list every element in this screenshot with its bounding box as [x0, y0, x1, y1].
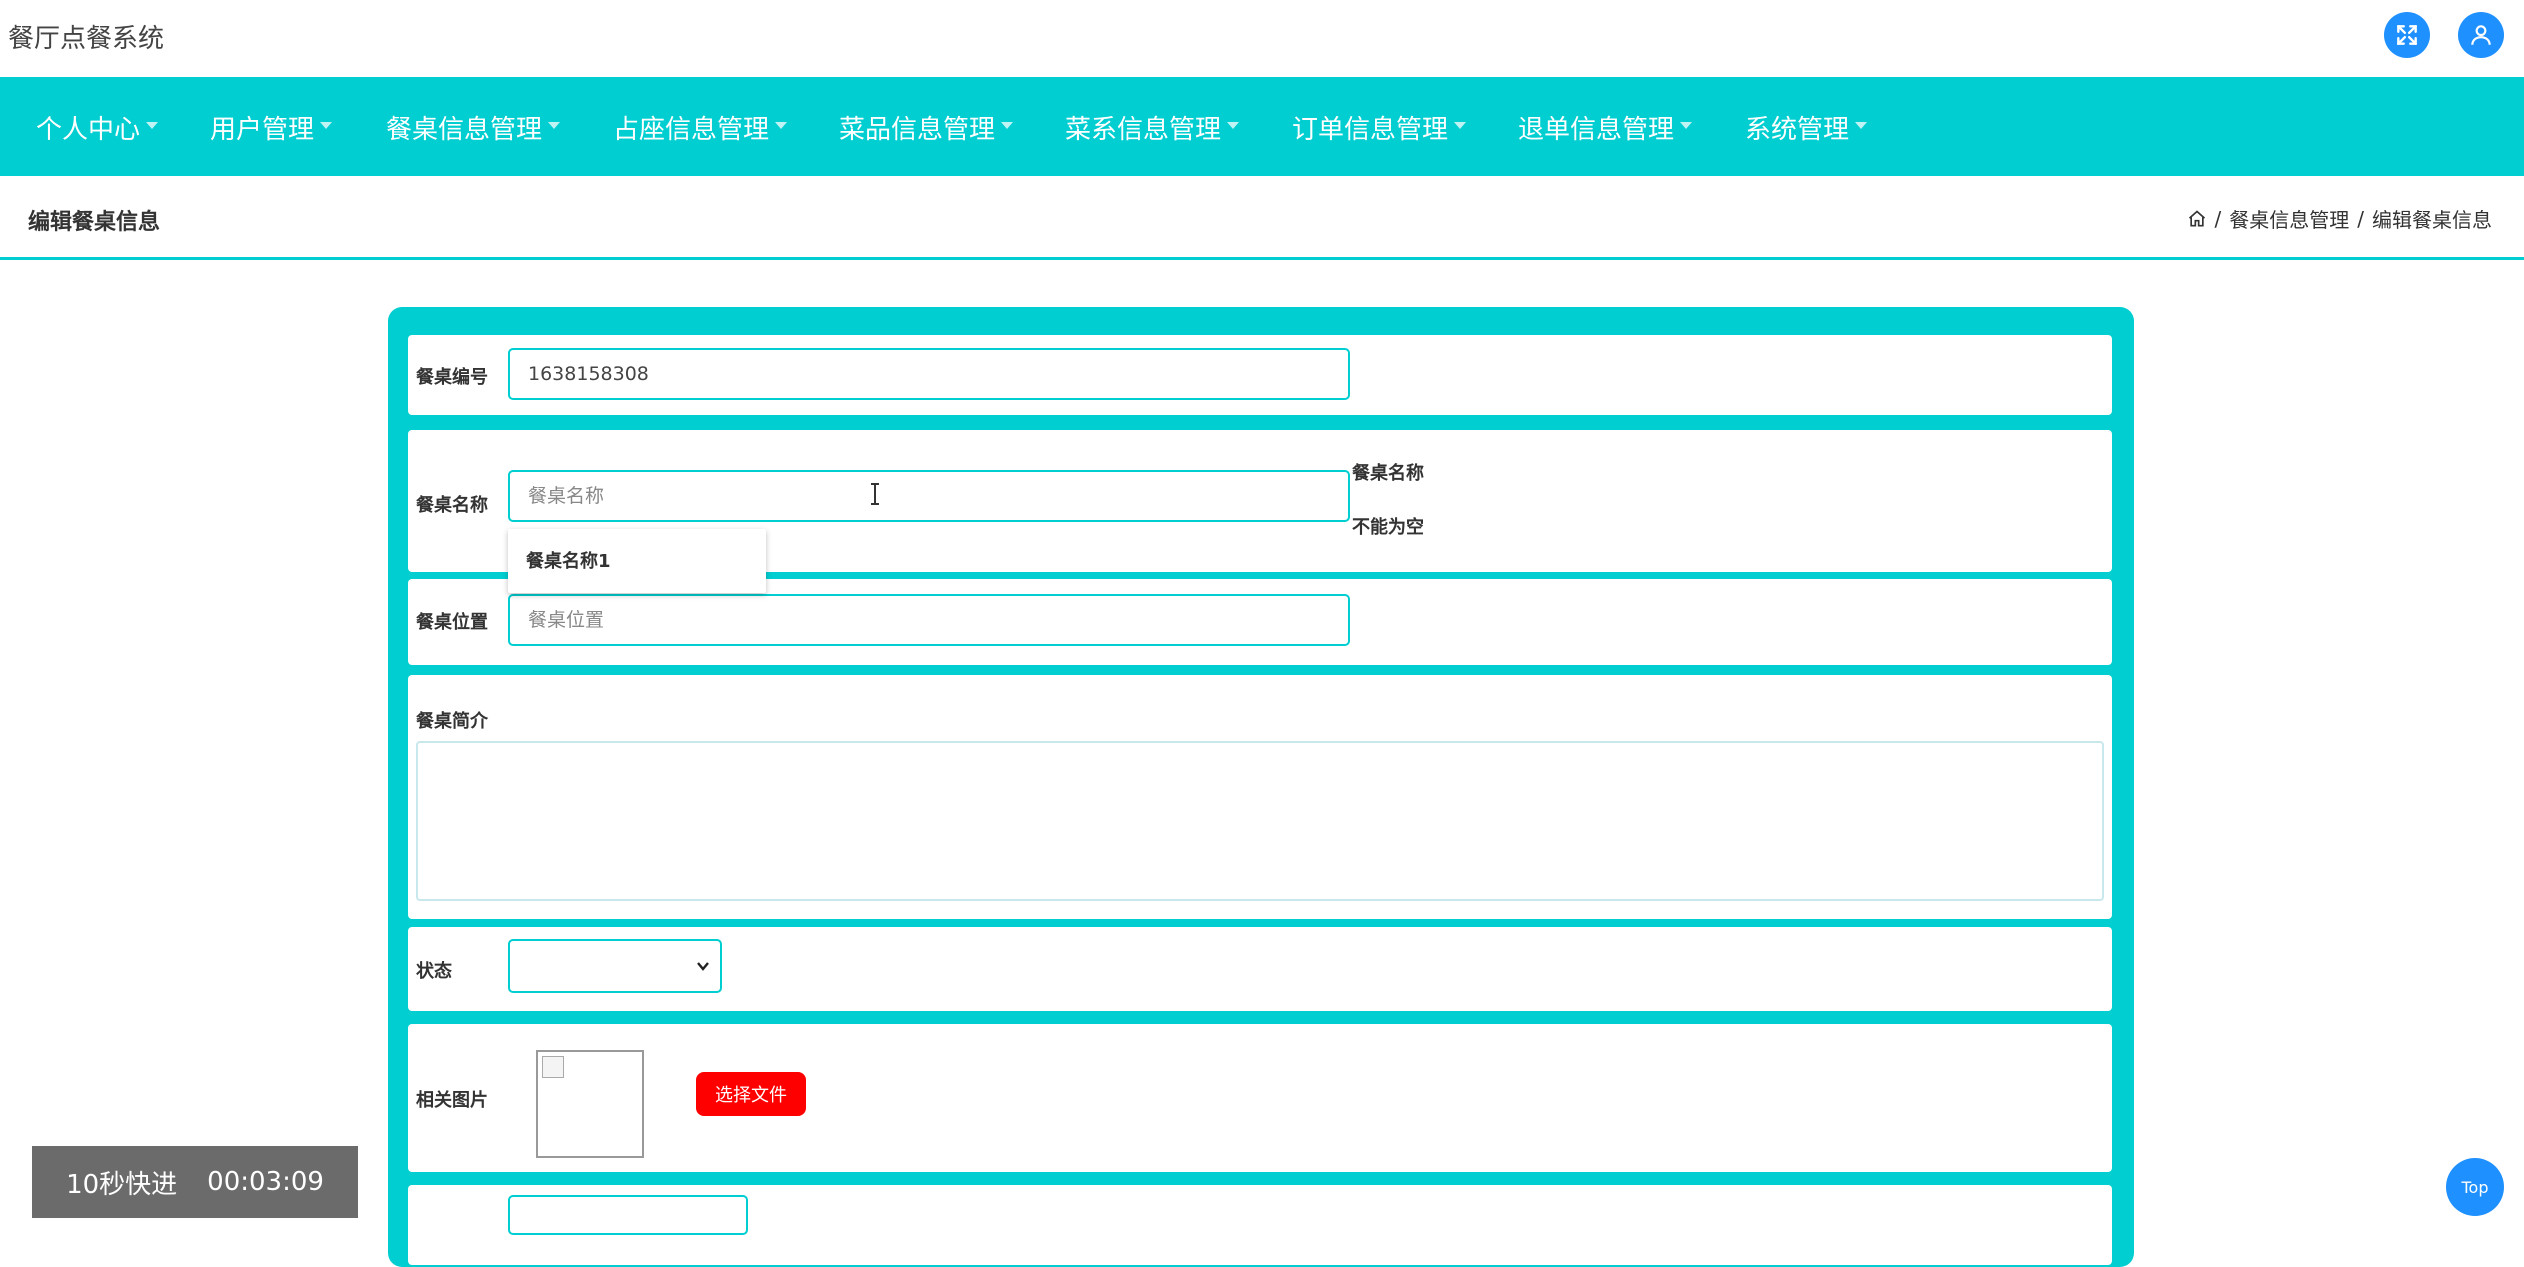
caret-down-icon	[1855, 122, 1868, 129]
caret-down-icon	[1680, 122, 1693, 129]
nav-item-personal-center[interactable]: 个人中心	[36, 109, 159, 146]
nav-item-system-management[interactable]: 系统管理	[1745, 109, 1868, 146]
table-no-input[interactable]	[508, 348, 1350, 400]
caret-down-icon	[146, 122, 159, 129]
partial-input[interactable]	[508, 1195, 748, 1235]
table-location-input[interactable]	[508, 594, 1350, 646]
main-nav: 个人中心 用户管理 餐桌信息管理 占座信息管理 菜品信息管理 菜系信息管理 订单…	[0, 77, 2524, 176]
page-header: 编辑餐桌信息 / 餐桌信息管理 / 编辑餐桌信息	[0, 176, 2524, 260]
table-name-error-line2: 不能为空	[1352, 517, 1424, 538]
form-row-partial	[408, 1185, 2112, 1265]
chevron-down-icon	[697, 962, 709, 971]
table-no-label: 餐桌编号	[416, 367, 488, 388]
form-row-image: 相关图片 选择文件	[408, 1024, 2112, 1172]
page-title: 编辑餐桌信息	[28, 210, 161, 235]
status-select[interactable]	[508, 939, 722, 993]
nav-item-cuisine-info[interactable]: 菜系信息管理	[1065, 109, 1240, 146]
breadcrumb-separator: /	[2214, 206, 2222, 231]
caret-down-icon	[548, 122, 561, 129]
form-row-status: 状态	[408, 927, 2112, 1011]
app-title: 餐厅点餐系统	[8, 24, 165, 54]
caret-down-icon	[775, 122, 788, 129]
caret-down-icon	[1454, 122, 1467, 129]
breadcrumb: / 餐桌信息管理 / 编辑餐桌信息	[2187, 204, 2492, 233]
breadcrumb-table-info[interactable]: 餐桌信息管理	[2229, 204, 2349, 233]
choose-file-button[interactable]: 选择文件	[696, 1072, 806, 1116]
skip-forward-button[interactable]: 10秒快进	[66, 1164, 177, 1201]
nav-item-seat-info[interactable]: 占座信息管理	[613, 109, 788, 146]
fullscreen-button[interactable]	[2384, 12, 2430, 58]
breadcrumb-current: 编辑餐桌信息	[2372, 208, 2492, 232]
table-name-input[interactable]	[508, 470, 1350, 522]
user-icon	[2471, 25, 2491, 45]
image-label: 相关图片	[416, 1090, 488, 1111]
caret-down-icon	[320, 122, 333, 129]
image-preview	[536, 1050, 644, 1158]
table-intro-textarea[interactable]	[416, 741, 2104, 901]
top-bar: 餐厅点餐系统	[0, 0, 2524, 77]
table-intro-label: 餐桌简介	[416, 711, 488, 732]
fullscreen-icon	[2397, 25, 2417, 45]
text-cursor-icon	[871, 483, 879, 505]
table-name-label: 餐桌名称	[416, 495, 488, 516]
video-control-bar: 10秒快进 00:03:09	[32, 1146, 358, 1218]
back-to-top-button[interactable]: Top	[2446, 1158, 2504, 1216]
home-icon[interactable]	[2187, 209, 2207, 229]
form-row-table-no: 餐桌编号	[408, 335, 2112, 415]
form-row-table-intro: 餐桌简介	[408, 675, 2112, 919]
edit-table-form: 餐桌编号 餐桌名称 餐桌名称 不能为空 餐桌位置 餐桌简介 状态 相关图片 选择…	[388, 307, 2134, 1267]
video-time: 00:03:09	[207, 1167, 324, 1197]
breadcrumb-separator: /	[2357, 206, 2364, 231]
user-account-button[interactable]	[2458, 12, 2504, 58]
nav-item-user-management[interactable]: 用户管理	[210, 109, 333, 146]
status-label: 状态	[416, 961, 452, 982]
caret-down-icon	[1227, 122, 1240, 129]
nav-item-dish-info[interactable]: 菜品信息管理	[839, 109, 1014, 146]
nav-item-table-info[interactable]: 餐桌信息管理	[386, 109, 561, 146]
table-location-label: 餐桌位置	[416, 612, 488, 633]
nav-item-order-info[interactable]: 订单信息管理	[1292, 109, 1467, 146]
caret-down-icon	[1001, 122, 1014, 129]
table-name-error-line1: 餐桌名称	[1352, 463, 1424, 484]
autocomplete-option[interactable]: 餐桌名称1	[526, 547, 611, 573]
autocomplete-dropdown: 餐桌名称1	[508, 529, 766, 593]
broken-image-icon	[542, 1056, 564, 1078]
nav-item-refund-info[interactable]: 退单信息管理	[1518, 109, 1693, 146]
